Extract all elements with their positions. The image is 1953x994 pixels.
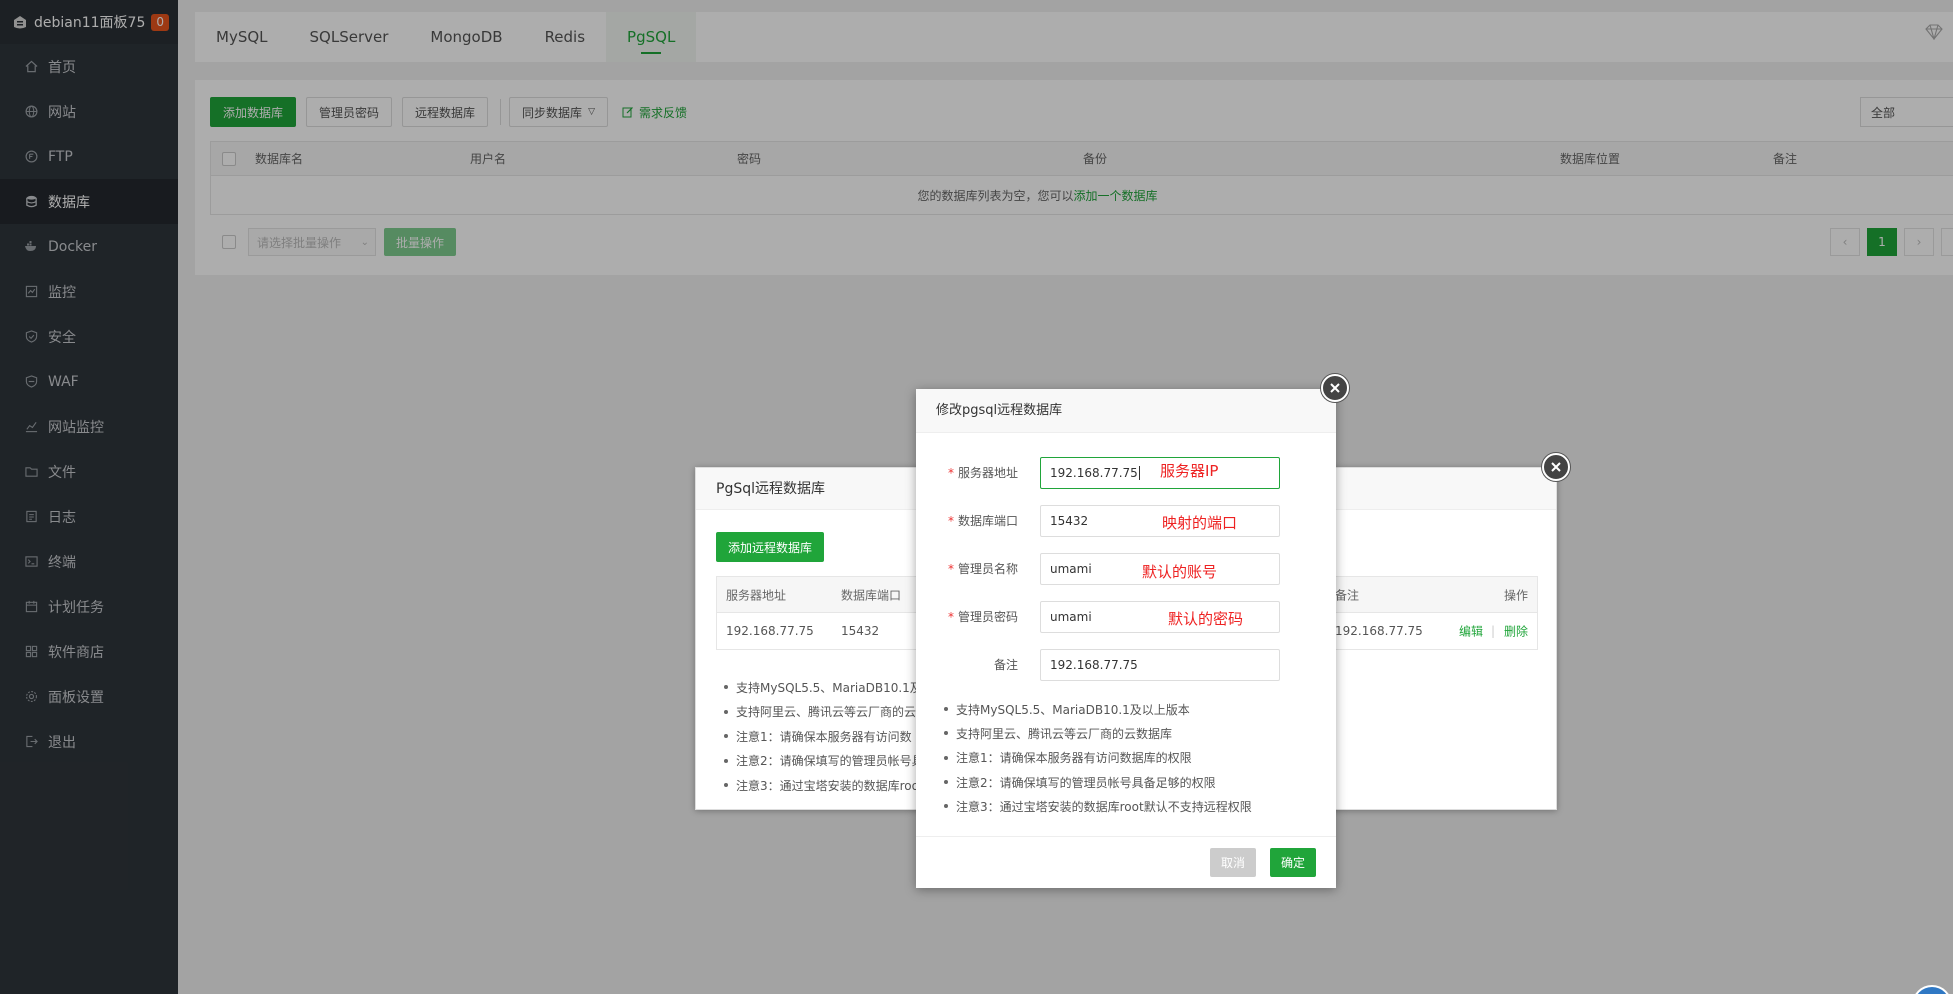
edit-dialog-title: 修改pgsql远程数据库 xyxy=(916,389,1336,433)
required-mark: * xyxy=(947,562,954,576)
edit-link[interactable]: 编辑 xyxy=(1459,623,1483,640)
tip-item: 注意2：请确保填写的管理员帐号具 xyxy=(724,749,924,774)
close-icon[interactable] xyxy=(1542,453,1570,481)
col-host: 服务器地址 xyxy=(726,588,787,602)
port-input[interactable]: 15432 xyxy=(1040,505,1280,537)
admin-password-label-text: 管理员密码 xyxy=(957,610,1018,624)
admin-name-label-text: 管理员名称 xyxy=(957,562,1018,576)
admin-password-input[interactable]: umami xyxy=(1040,601,1280,633)
edit-dialog-tips: 支持MySQL5.5、MariaDB10.1及以上版本 支持阿里云、腾讯云等云厂… xyxy=(944,697,1252,818)
host-value: 192.168.77.75 xyxy=(1050,466,1138,480)
required-mark: * xyxy=(947,610,954,624)
cancel-button[interactable]: 取消 xyxy=(1209,848,1256,877)
required-mark: * xyxy=(947,514,954,528)
tip-item: 支持MySQL5.5、MariaDB10.1及以上版本 xyxy=(944,697,1252,721)
tip-item: 注意1：请确保本服务器有访问数据库的权限 xyxy=(944,746,1252,770)
row-port: 15432 xyxy=(841,624,880,638)
col-remark: 备注 xyxy=(1335,588,1360,602)
delete-link[interactable]: 删除 xyxy=(1504,623,1528,640)
annotation-default-password: 默认的密码 xyxy=(1168,610,1244,628)
edit-remote-db-dialog: 修改pgsql远程数据库 * 服务器地址 192.168.77.75 * 数据库端口… xyxy=(916,389,1336,888)
tip-item: 支持阿里云、腾讯云等云厂商的云 xyxy=(724,700,924,725)
tip-item: 支持阿里云、腾讯云等云厂商的云数据库 xyxy=(944,721,1252,745)
admin-password-label: * 管理员密码 xyxy=(948,601,1018,633)
remote-db-tips: 支持MySQL5.5、MariaDB10.1及 支持阿里云、腾讯云等云厂商的云 … xyxy=(724,675,924,798)
annotation-server-ip: 服务器IP xyxy=(1160,462,1219,480)
tip-item: 注意3：通过宝塔安装的数据库roo xyxy=(724,773,924,798)
tip-item: 注意2：请确保填写的管理员帐号具备足够的权限 xyxy=(944,770,1252,794)
close-icon[interactable] xyxy=(1321,374,1349,402)
confirm-button[interactable]: 确定 xyxy=(1269,848,1316,877)
row-host: 192.168.77.75 xyxy=(726,624,814,638)
col-port: 数据库端口 xyxy=(841,588,902,602)
row-remark: 192.168.77.75 xyxy=(1335,624,1423,638)
tip-item: 注意1：请确保本服务器有访问数 xyxy=(724,724,924,749)
col-ops: 操作 xyxy=(1503,588,1528,602)
form-row-remark: 备注 192.168.77.75 xyxy=(916,649,1336,681)
port-label-text: 数据库端口 xyxy=(957,514,1018,528)
required-mark: * xyxy=(947,466,954,480)
admin-name-label: * 管理员名称 xyxy=(948,553,1018,585)
host-label-text: 服务器地址 xyxy=(957,466,1018,480)
text-cursor xyxy=(1138,466,1140,480)
tip-item: 注意3：通过宝塔安装的数据库root默认不支持远程权限 xyxy=(944,794,1252,818)
dialog-footer: 取消 确定 xyxy=(916,836,1336,888)
host-label: * 服务器地址 xyxy=(948,457,1018,489)
remark-input[interactable]: 192.168.77.75 xyxy=(1040,649,1280,681)
form-row-admin-name: * 管理员名称 umami xyxy=(916,553,1336,585)
annotation-mapped-port: 映射的端口 xyxy=(1162,514,1238,532)
tip-item: 支持MySQL5.5、MariaDB10.1及 xyxy=(724,675,924,700)
form-row-admin-password: * 管理员密码 umami xyxy=(916,601,1336,633)
port-label: * 数据库端口 xyxy=(948,505,1018,537)
annotation-default-account: 默认的账号 xyxy=(1142,563,1218,581)
add-remote-db-button[interactable]: 添加远程数据库 xyxy=(716,532,825,562)
form-row-port: * 数据库端口 15432 xyxy=(916,505,1336,537)
ops-separator: | xyxy=(1490,624,1495,638)
remark-label: 备注 xyxy=(993,658,1018,672)
form-row-host: * 服务器地址 192.168.77.75 xyxy=(916,457,1336,489)
